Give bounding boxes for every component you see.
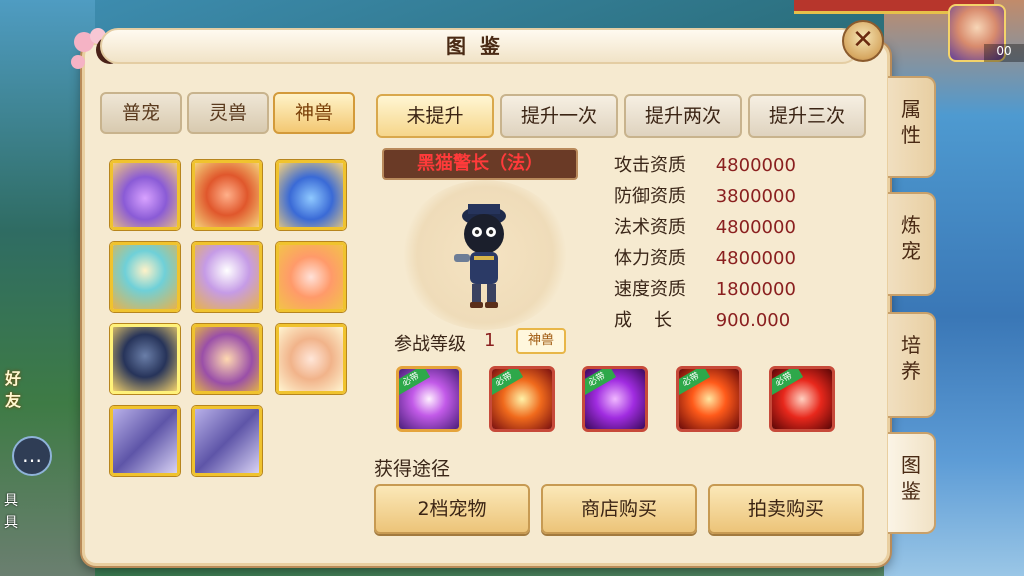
fire-swirl-icon[interactable]: 必带 bbox=[676, 366, 742, 432]
stat-speed: 速度资质 1800000 bbox=[614, 279, 796, 300]
close-button[interactable]: ✕ bbox=[842, 20, 884, 62]
stats-list: 攻击资质 4800000 防御资质 3800000 法术资质 4800000 体… bbox=[614, 150, 844, 336]
tab-not-upgraded[interactable]: 未提升 bbox=[376, 94, 494, 138]
pet-grid bbox=[100, 150, 362, 480]
side-tab-cultivate[interactable]: 培 养 bbox=[888, 312, 936, 418]
tab-upgrade-twice[interactable]: 提升两次 bbox=[624, 94, 742, 138]
purple-beast-icon[interactable]: 必带 bbox=[582, 366, 648, 432]
pet-slot-5[interactable] bbox=[192, 242, 262, 312]
tab-divine-beast[interactable]: 神兽 bbox=[273, 92, 355, 134]
hero-level: 00 bbox=[984, 44, 1024, 62]
side-glyphs: 具 具 bbox=[4, 493, 18, 531]
pet-slot-3[interactable] bbox=[276, 160, 346, 230]
tab-upgrade-once[interactable]: 提升一次 bbox=[500, 94, 618, 138]
stat-stamina: 体力资质 4800000 bbox=[614, 248, 796, 269]
pet-slot-10[interactable] bbox=[110, 406, 180, 476]
pet-slot-11[interactable] bbox=[192, 406, 262, 476]
divine-beast-badge: 神兽 bbox=[516, 328, 566, 354]
battle-level-value: 1 bbox=[484, 330, 496, 351]
side-tab-codex[interactable]: 图 鉴 bbox=[888, 432, 936, 534]
stat-defense: 防御资质 3800000 bbox=[614, 186, 796, 207]
pet-slot-9[interactable] bbox=[276, 324, 346, 394]
lightning-icon[interactable]: 必带 bbox=[489, 366, 555, 432]
chat-bubble-icon[interactable]: … bbox=[12, 436, 52, 476]
purple-swirl-icon[interactable]: 必带 bbox=[396, 366, 462, 432]
pet-name: 黑猫警长（法） bbox=[382, 148, 578, 180]
friends-button[interactable]: 好 友 bbox=[0, 368, 26, 416]
side-tab-refine-pet[interactable]: 炼 宠 bbox=[888, 192, 936, 296]
window-title: 图鉴 bbox=[100, 28, 860, 64]
stat-growth: 成长 900.000 bbox=[614, 310, 791, 331]
shop-purchase-button[interactable]: 商店购买 bbox=[541, 484, 697, 534]
pet-slot-1[interactable] bbox=[110, 160, 180, 230]
pet-slot-7-selected[interactable] bbox=[110, 324, 180, 394]
pet-slot-2[interactable] bbox=[192, 160, 262, 230]
acquisition-title: 获得途径 bbox=[374, 458, 451, 480]
tier2-pet-button[interactable]: 2档宠物 bbox=[374, 484, 530, 534]
side-tab-attributes[interactable]: 属 性 bbox=[888, 76, 936, 178]
stat-attack: 攻击资质 4800000 bbox=[614, 155, 796, 176]
tab-upgrade-thrice[interactable]: 提升三次 bbox=[748, 94, 866, 138]
auction-purchase-button[interactable]: 拍卖购买 bbox=[708, 484, 864, 534]
tab-spirit-beast[interactable]: 灵兽 bbox=[187, 92, 269, 134]
stat-magic: 法术资质 4800000 bbox=[614, 217, 796, 238]
pet-slot-8[interactable] bbox=[192, 324, 262, 394]
tab-normal-pet[interactable]: 普宠 bbox=[100, 92, 182, 134]
pet-model-image bbox=[454, 204, 506, 308]
red-flame-icon[interactable]: 必带 bbox=[769, 366, 835, 432]
battle-level-label: 参战等级 bbox=[394, 334, 466, 355]
pet-slot-4[interactable] bbox=[110, 242, 180, 312]
pet-slot-6[interactable] bbox=[276, 242, 346, 312]
